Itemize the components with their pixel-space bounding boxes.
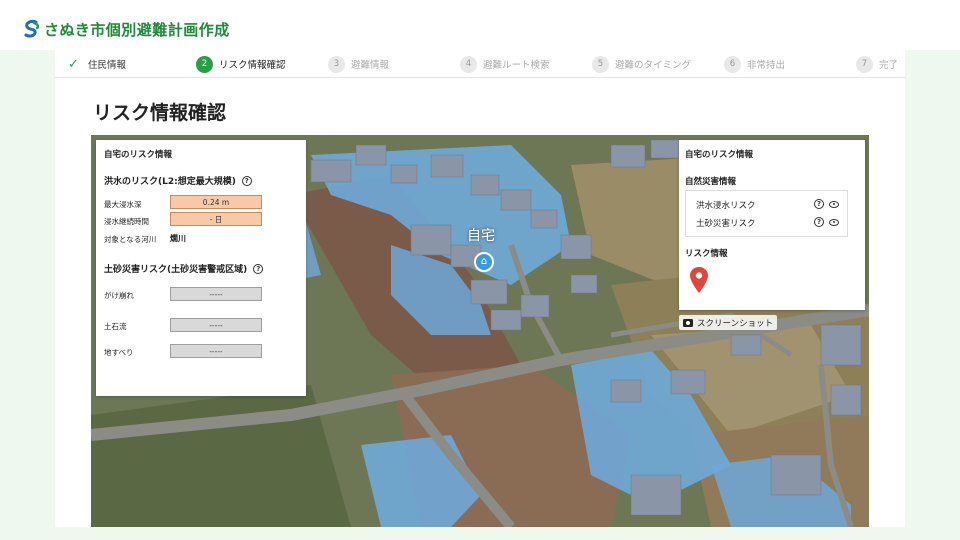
risk-layer-flood-label: 洪水浸水リスク xyxy=(696,201,756,211)
step-route-search[interactable]: 4 避難ルート検索 xyxy=(460,55,550,73)
risk-layer-list: 洪水浸水リスク ? 土砂災害リスク ? xyxy=(685,190,848,237)
map-pin-icon[interactable] xyxy=(690,267,708,293)
step-label: 住民情報 xyxy=(88,60,127,71)
question-circle-icon[interactable]: ? xyxy=(253,263,264,274)
risk-layer-flood-actions: ? xyxy=(814,199,839,209)
landslide-risk-heading-text: 土砂災害リスク(土砂災害警戒区域) xyxy=(104,265,248,275)
flood-risk-heading: 洪水のリスク(L2:想定最大規模) ? xyxy=(104,174,252,187)
home-icon: ⌂ xyxy=(480,256,488,267)
max-depth-value: 0.24 m xyxy=(170,195,262,209)
step-label: リスク情報確認 xyxy=(219,60,286,71)
step-number: 7 xyxy=(856,55,873,73)
natural-disaster-heading: 自然災害情報 xyxy=(685,177,737,187)
step-number: 5 xyxy=(592,55,609,73)
duration-label: 浸水継続時間 xyxy=(104,217,149,226)
step-emergency-kit[interactable]: 6 非常持出 xyxy=(724,55,785,73)
camera-icon xyxy=(683,318,693,327)
cliff-collapse-value: ----- xyxy=(170,287,262,301)
step-label: 完了 xyxy=(879,60,899,71)
step-number: 4 xyxy=(460,55,477,73)
eye-icon[interactable] xyxy=(829,200,839,208)
step-risk-info[interactable]: 2 リスク情報確認 xyxy=(196,55,286,73)
step-resident-info[interactable]: ✓ 住民情報 xyxy=(65,55,126,73)
panel-title: 自宅のリスク情報 xyxy=(685,150,754,160)
background-right xyxy=(905,50,960,540)
eye-icon[interactable] xyxy=(829,218,839,226)
step-timing[interactable]: 5 避難のタイミング xyxy=(592,55,691,73)
landslide-value: ----- xyxy=(170,344,262,358)
step-number: 3 xyxy=(328,55,345,73)
step-label: 避難ルート検索 xyxy=(483,60,550,71)
risk-layer-landslide-actions: ? xyxy=(814,217,839,227)
question-circle-icon[interactable]: ? xyxy=(814,199,824,209)
step-evacuation-info[interactable]: 3 避難情報 xyxy=(328,55,389,73)
step-number: 2 xyxy=(196,55,213,73)
flood-risk-heading-text: 洪水のリスク(L2:想定最大規模) xyxy=(104,177,236,187)
home-label: 自宅 xyxy=(467,228,495,244)
background-left xyxy=(0,50,55,540)
question-circle-icon[interactable]: ? xyxy=(241,175,252,186)
max-depth-label: 最大浸水深 xyxy=(104,200,142,209)
panel-title: 自宅のリスク情報 xyxy=(104,150,173,160)
landslide-risk-heading: 土砂災害リスク(土砂災害警戒区域) ? xyxy=(104,262,264,275)
page-title: リスク情報確認 xyxy=(93,102,227,124)
duration-value: - 日 xyxy=(170,212,262,226)
debris-flow-label: 土石流 xyxy=(104,322,127,331)
landslide-label: 地すべり xyxy=(104,348,134,357)
app-title: さぬき市個別避難計画作成 xyxy=(44,21,230,39)
risk-info-heading: リスク情報 xyxy=(685,249,728,259)
step-label: 避難情報 xyxy=(351,60,390,71)
step-complete[interactable]: 7 完了 xyxy=(856,55,898,73)
step-label: 避難のタイミング xyxy=(615,60,692,71)
risk-layer-landslide-label: 土砂災害リスク xyxy=(696,219,756,229)
cliff-collapse-label: がけ崩れ xyxy=(104,291,134,300)
check-icon: ✓ xyxy=(68,56,79,72)
step-label: 非常持出 xyxy=(747,60,786,71)
debris-flow-value: ----- xyxy=(170,318,262,332)
home-marker[interactable]: ⌂ xyxy=(474,252,494,272)
step-number: 6 xyxy=(724,55,741,73)
progress-stepper: ✓ 住民情報 2 リスク情報確認 3 避難情報 4 避難ルート検索 5 避難のタ… xyxy=(55,50,905,78)
river-value: 燗川 xyxy=(170,234,186,243)
river-label: 対象となる河川 xyxy=(104,235,157,244)
screenshot-label: スクリーンショット xyxy=(697,318,774,329)
app-header: さぬき市個別避難計画作成 xyxy=(0,0,960,50)
sanuki-logo-icon xyxy=(24,20,40,38)
background-bottom xyxy=(0,527,960,540)
question-circle-icon[interactable]: ? xyxy=(814,217,824,227)
screenshot-button[interactable]: スクリーンショット xyxy=(679,315,778,330)
